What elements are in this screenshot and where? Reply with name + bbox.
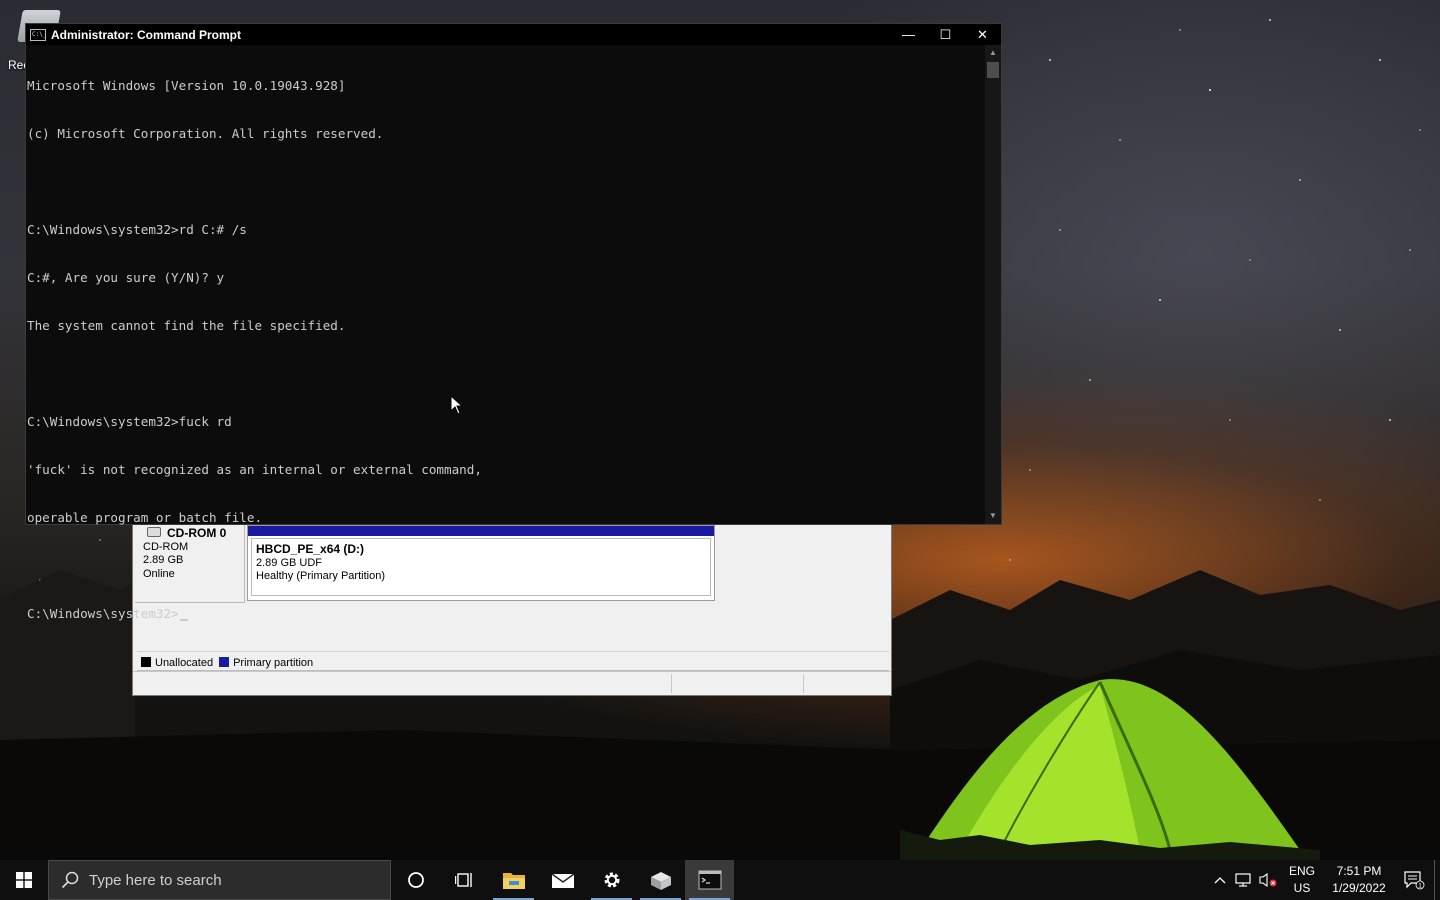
command-prompt-icon <box>698 870 721 890</box>
search-icon <box>61 871 79 889</box>
task-view-button[interactable] <box>440 860 489 900</box>
scroll-up-arrow-icon[interactable]: ▲ <box>989 49 997 57</box>
title-bar[interactable]: C:\_ Administrator: Command Prompt — ☐ ✕ <box>26 24 1001 45</box>
scroll-down-arrow-icon[interactable]: ▼ <box>989 512 997 520</box>
settings-button[interactable] <box>587 860 636 900</box>
console-line: C:\Windows\system32>rd C:# /s <box>27 222 247 237</box>
console-line: 'fuck' is not recognized as an internal … <box>27 462 482 477</box>
file-explorer-icon <box>502 873 525 889</box>
minimize-button[interactable]: — <box>890 24 927 45</box>
legend-swatch <box>141 656 151 667</box>
prompt-line[interactable]: C:\Windows\system32> <box>27 606 985 622</box>
show-hidden-icons-button[interactable] <box>1208 860 1232 900</box>
input-language-button[interactable]: ENG US <box>1280 863 1324 897</box>
file-explorer-button[interactable] <box>489 860 538 900</box>
maximize-button[interactable]: ☐ <box>927 24 964 45</box>
notification-icon: 1 <box>1404 871 1425 890</box>
legend-swatch <box>219 656 230 667</box>
console-output[interactable]: Microsoft Windows [Version 10.0.19043.92… <box>26 45 985 621</box>
disk-management-button[interactable] <box>636 860 685 900</box>
network-button[interactable] <box>1232 860 1256 900</box>
taskbar: Type here to search ENG US 7:51 PM 1/29/… <box>0 860 1440 900</box>
network-icon <box>1235 873 1251 887</box>
notification-count: 1 <box>1418 883 1422 890</box>
disk-management-icon <box>650 872 671 890</box>
mail-icon <box>551 873 574 888</box>
volume-muted-icon <box>1259 872 1277 888</box>
status-bar <box>133 671 891 695</box>
keyboard-layout-label: US <box>1293 881 1311 895</box>
console-line: C:\Windows\system32>fuck rd <box>27 414 232 429</box>
start-button[interactable] <box>0 860 48 900</box>
command-prompt-window[interactable]: C:\_ Administrator: Command Prompt — ☐ ✕… <box>25 23 1002 621</box>
system-tray: ENG US 7:51 PM 1/29/2022 1 <box>1208 860 1440 900</box>
close-button[interactable]: ✕ <box>964 24 1001 45</box>
mail-button[interactable] <box>538 860 587 900</box>
show-desktop-button[interactable] <box>1434 860 1440 900</box>
window-title: Administrator: Command Prompt <box>51 27 242 42</box>
time-label: 7:51 PM <box>1336 864 1382 878</box>
action-center-button[interactable]: 1 <box>1394 870 1434 890</box>
clock-button[interactable]: 7:51 PM 1/29/2022 <box>1324 863 1394 897</box>
console-line: Microsoft Windows [Version 10.0.19043.92… <box>27 78 346 93</box>
mouse-cursor-icon <box>450 395 464 415</box>
console-line: (c) Microsoft Corporation. All rights re… <box>27 126 384 141</box>
console-line: The system cannot find the file specifie… <box>27 318 346 333</box>
windows-logo-icon <box>16 872 32 888</box>
search-placeholder: Type here to search <box>89 871 222 889</box>
text-caret <box>179 619 188 621</box>
console-line: C:#, Are you sure (Y/N)? y <box>27 270 225 285</box>
cortana-icon <box>407 872 424 888</box>
cortana-button[interactable] <box>391 860 440 900</box>
command-prompt-icon[interactable]: C:\_ <box>30 28 46 41</box>
console-line: operable program or batch file. <box>27 510 263 525</box>
search-box[interactable]: Type here to search <box>48 860 391 900</box>
settings-icon <box>604 872 619 888</box>
chevron-up-icon <box>1214 877 1226 884</box>
legend-primary: Primary partition <box>219 656 313 669</box>
task-view-icon <box>454 873 472 887</box>
date-label: 1/29/2022 <box>1332 881 1386 895</box>
legend: Unallocated Primary partition <box>137 651 889 671</box>
prompt-text: C:\Windows\system32> <box>27 606 179 621</box>
volume-button[interactable] <box>1256 860 1280 900</box>
language-label: ENG <box>1288 864 1315 878</box>
legend-unallocated: Unallocated <box>141 656 213 669</box>
scrollbar-thumb[interactable] <box>987 62 999 78</box>
vertical-scrollbar[interactable]: ▲ ▼ <box>985 45 1001 524</box>
command-prompt-taskbar-button[interactable] <box>685 860 734 900</box>
wallpaper-tent <box>900 679 1320 860</box>
